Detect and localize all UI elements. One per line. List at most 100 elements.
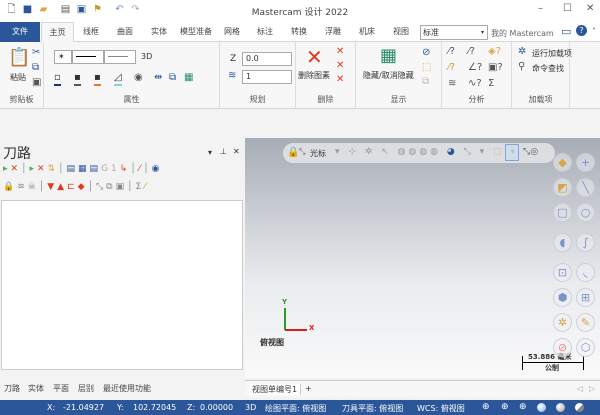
tplane-selector[interactable]: 刀具平面: 俯视图: [342, 403, 403, 414]
tab-view[interactable]: 视图: [384, 22, 418, 42]
toolpath-tree[interactable]: [1, 200, 243, 370]
collapse-ribbon-icon[interactable]: ˄: [592, 27, 596, 36]
panel-tab-toolpaths[interactable]: 刀路: [4, 383, 20, 394]
cube-icon[interactable]: ⬡: [576, 338, 595, 357]
analyze-contour-icon[interactable]: ≋: [448, 78, 456, 90]
panel-tab-planes[interactable]: 平面: [53, 383, 69, 394]
minimize-button[interactable]: –: [538, 3, 543, 14]
line-color-icon[interactable]: ▪: [74, 72, 81, 86]
panel-tab-recent[interactable]: 最近使用功能: [103, 383, 151, 394]
active-selection-mode-button[interactable]: [505, 144, 519, 161]
undelete-entity-icon[interactable]: ✕: [336, 74, 344, 86]
tab-model-prep[interactable]: 模型准备: [176, 22, 216, 42]
surface-color-icon[interactable]: ◿: [114, 72, 122, 86]
view-cube-icon[interactable]: ◆: [553, 153, 572, 172]
translucency-icon[interactable]: [575, 403, 584, 412]
cut-icon[interactable]: ✂: [32, 47, 40, 59]
zoom-in-icon[interactable]: +: [576, 153, 595, 172]
paste-button[interactable]: 粘贴: [10, 72, 26, 83]
viewsheet-tab[interactable]: 视图单编号1: [249, 384, 302, 395]
z-depth-input[interactable]: 0.0: [242, 52, 292, 66]
cplane-selector[interactable]: 绘图平面: 俯视图: [265, 403, 326, 414]
circle-icon[interactable]: ○: [576, 203, 595, 222]
toolpath-toolbar-2[interactable]: 🔒≋☠│▼▲⊏◆│⤡⧉▣│Σ⁄: [3, 182, 149, 192]
analyze-chain-icon[interactable]: ∿?: [468, 78, 482, 90]
tab-relief[interactable]: 浮雕: [316, 22, 350, 42]
panel-tab-levels[interactable]: 层别: [78, 383, 94, 394]
point-style-select[interactable]: ✶: [54, 50, 72, 64]
blank-icon[interactable]: ⊘: [422, 47, 430, 59]
tab-solids[interactable]: 实体: [142, 22, 176, 42]
material-icon[interactable]: ◉: [134, 72, 143, 84]
prohibit-icon[interactable]: ⊘: [553, 338, 572, 357]
panel-close-icon[interactable]: ✕: [233, 147, 240, 156]
hidden-line-icon[interactable]: ⊕: [501, 402, 509, 412]
analyze-position-icon[interactable]: ▣?: [488, 62, 503, 74]
analyze-length-icon[interactable]: ⁄?: [448, 62, 455, 74]
hide-unhide-button[interactable]: 隐藏/取消隐藏: [363, 70, 414, 81]
add-viewsheet-button[interactable]: +: [305, 384, 312, 393]
set-all-icon[interactable]: ⇹: [154, 72, 162, 84]
style-select[interactable]: 标准 ▾: [420, 25, 488, 40]
copy-icon[interactable]: ⧉: [32, 62, 39, 74]
level-input[interactable]: 1: [242, 70, 292, 84]
help-icon[interactable]: ?: [576, 25, 587, 36]
shaded-outline-icon[interactable]: ⊕: [519, 402, 527, 412]
tab-machine[interactable]: 机床: [350, 22, 384, 42]
line-tool-icon[interactable]: ╲: [576, 178, 595, 197]
undelete-icon[interactable]: ✕: [336, 46, 344, 58]
line-style-select[interactable]: [72, 50, 104, 64]
toolpath-toolbar-1[interactable]: ▸✕│▸✕⇅│▤▦▤G1↳│⁄│◉: [3, 164, 163, 174]
statistics-icon[interactable]: Σ: [488, 78, 494, 90]
measure-icon[interactable]: ⊞: [576, 288, 595, 307]
lock-icon[interactable]: 🔒: [287, 147, 299, 158]
close-button[interactable]: ✕: [586, 3, 594, 14]
tab-home[interactable]: 主页: [41, 22, 74, 43]
rectangle-icon[interactable]: □: [553, 203, 572, 222]
tab-mesh[interactable]: 网格: [216, 22, 248, 42]
pen-icon[interactable]: ✎: [576, 313, 595, 332]
autocursor-select[interactable]: 光标: [310, 148, 326, 159]
tab-wireframe[interactable]: 线框: [74, 22, 108, 42]
attributes-icon[interactable]: ▦: [184, 72, 193, 84]
point-icon[interactable]: ⊡: [553, 263, 572, 282]
material-shade-icon[interactable]: [556, 403, 565, 412]
gear-icon[interactable]: ✲: [553, 313, 572, 332]
select-options-icon[interactable]: ⤡◎: [523, 147, 538, 157]
analyze-angle-icon[interactable]: ∠?: [468, 62, 482, 74]
tab-transform[interactable]: 转换: [282, 22, 316, 42]
tab-file[interactable]: 文件: [0, 22, 40, 42]
analyze-entity-icon[interactable]: ⁄?: [448, 46, 455, 58]
wireframe-icon[interactable]: ⊕: [482, 402, 490, 412]
run-addin-button[interactable]: 运行加载项: [532, 48, 572, 59]
analyze-distance-icon[interactable]: ⁄?: [468, 46, 475, 58]
analyze-volume-icon[interactable]: ◈?: [488, 46, 501, 58]
arc-icon[interactable]: ◖: [553, 233, 572, 252]
shaded-icon[interactable]: [537, 403, 546, 412]
scroll-left-icon[interactable]: ◁: [577, 384, 583, 393]
hide-unhide-icon[interactable]: ▦: [380, 46, 397, 66]
spline-icon[interactable]: ∫: [576, 233, 595, 252]
mode-3d-toggle[interactable]: 3D: [245, 403, 256, 412]
point-color-icon[interactable]: ▫: [54, 72, 61, 86]
display-options-icon[interactable]: ⧉: [422, 76, 429, 88]
selection-mode-icons[interactable]: ▾ ⊹ ✲ ↖ ◍◍◍◍ ◕ ⤡ ▾ ⬚ ▾: [335, 147, 518, 157]
command-search-button[interactable]: 命令查找: [532, 63, 564, 74]
dim-mode[interactable]: 3D: [141, 52, 152, 61]
solid-icon[interactable]: ⬢: [553, 288, 572, 307]
scroll-right-icon[interactable]: ▷: [589, 384, 595, 393]
screenshot-icon[interactable]: ▣: [32, 77, 41, 89]
panel-tab-solids[interactable]: 实体: [28, 383, 44, 394]
panel-menu-icon[interactable]: ▾: [208, 148, 212, 157]
pin-icon[interactable]: ⊥: [220, 147, 227, 156]
tab-surfaces[interactable]: 曲面: [108, 22, 142, 42]
fillet-icon[interactable]: ◟: [576, 263, 595, 282]
solid-color-icon[interactable]: ▪: [94, 72, 101, 86]
delete-icon[interactable]: ✕: [306, 46, 323, 68]
clear-colors-icon[interactable]: ⧉: [169, 72, 176, 84]
my-mastercam-link[interactable]: 我的 Mastercam: [491, 28, 554, 39]
delete-entity-button[interactable]: 删除图素: [298, 70, 330, 81]
paste-icon[interactable]: 📋: [8, 48, 30, 68]
feedback-icon[interactable]: ▭: [561, 25, 571, 38]
graphics-viewport[interactable]: Y X 俯视图 53.886 毫米 公制 ◆ + ◩ ╲ □ ○ ◖ ∫ ⊡ ◟…: [245, 138, 600, 378]
